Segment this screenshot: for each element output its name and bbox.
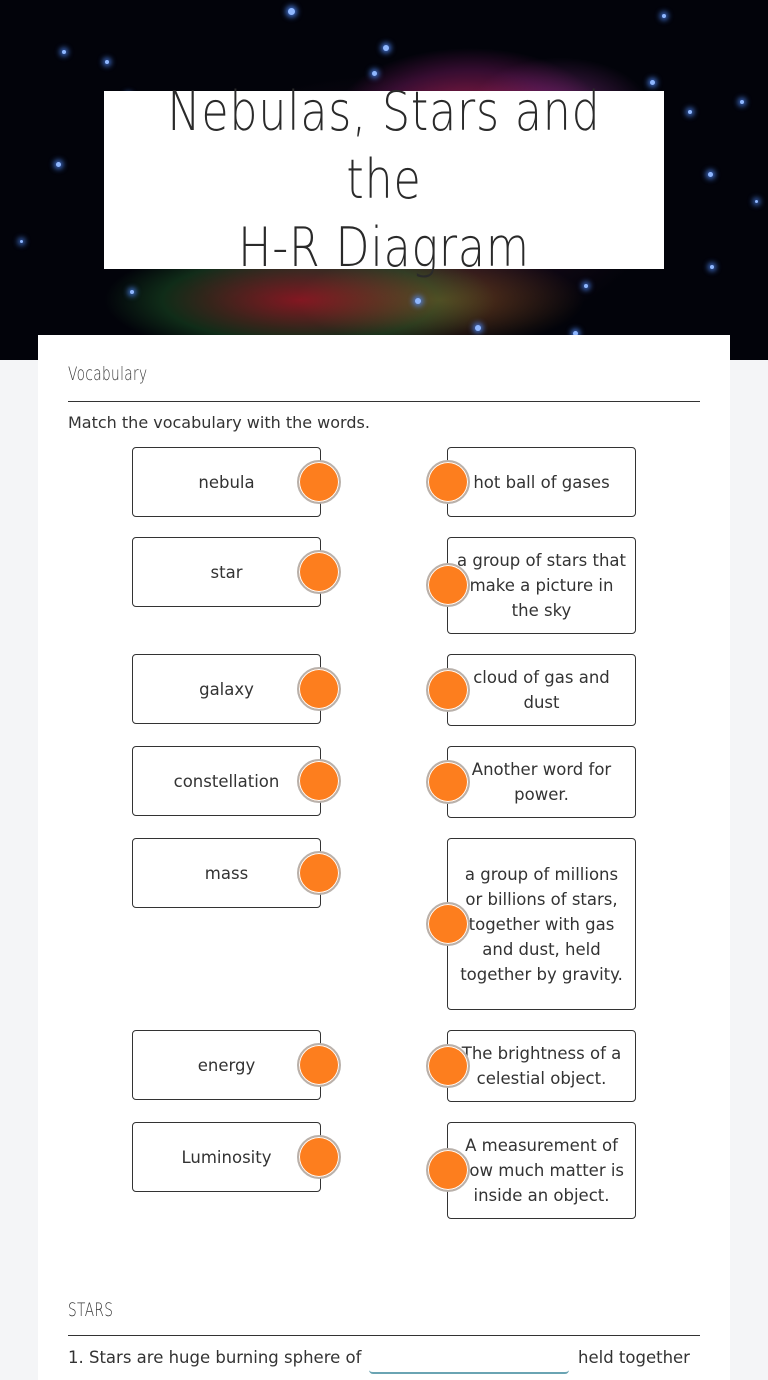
- star-dot: [372, 71, 377, 76]
- title-line-1: Nebulas, Stars and the: [167, 80, 601, 211]
- definition-box[interactable]: A measurement of how much matter is insi…: [447, 1122, 636, 1219]
- star-dot: [475, 325, 481, 331]
- term-label: nebula: [198, 472, 255, 492]
- star-dot: [56, 162, 61, 167]
- definition-label: The brightness of a celestial object.: [461, 1044, 622, 1088]
- star-dot: [740, 100, 744, 104]
- star-dot: [688, 110, 692, 114]
- term-label: Luminosity: [181, 1147, 272, 1167]
- worksheet: Vocabulary Match the vocabulary with the…: [38, 335, 730, 1380]
- section-divider: [68, 401, 700, 402]
- definition-label: hot ball of gases: [473, 472, 610, 492]
- term-label: star: [210, 562, 243, 582]
- section-divider: [68, 1335, 700, 1336]
- definition-box[interactable]: a group of millions or billions of stars…: [447, 838, 636, 1010]
- connector-dot-left[interactable]: [297, 460, 341, 504]
- definition-box[interactable]: hot ball of gases: [447, 447, 636, 517]
- page-title: Nebulas, Stars and the H-R Diagram: [154, 78, 613, 282]
- term-label: mass: [204, 863, 249, 883]
- term-label: energy: [197, 1055, 256, 1075]
- question-1-suffix: held together: [578, 1348, 690, 1367]
- star-dot: [662, 14, 666, 18]
- star-dot: [383, 45, 389, 51]
- section-title-stars: STARS: [68, 1299, 114, 1321]
- star-dot: [288, 8, 295, 15]
- definition-box[interactable]: Another word for power.: [447, 746, 636, 818]
- question-1-answer-input[interactable]: [369, 1347, 569, 1374]
- term-label: galaxy: [199, 679, 254, 699]
- term-box-star[interactable]: star: [132, 537, 321, 607]
- star-dot: [710, 265, 714, 269]
- term-box-galaxy[interactable]: galaxy: [132, 654, 321, 724]
- star-dot: [584, 284, 588, 288]
- definition-label: A measurement of how much matter is insi…: [458, 1136, 625, 1205]
- star-dot: [708, 172, 713, 177]
- star-dot: [105, 60, 109, 64]
- connector-dot-left[interactable]: [297, 759, 341, 803]
- star-dot: [62, 50, 66, 54]
- title-card: Nebulas, Stars and the H-R Diagram: [104, 80, 664, 279]
- definition-label: a group of millions or billions of stars…: [460, 864, 623, 984]
- connector-dot-right[interactable]: [426, 563, 470, 607]
- star-dot: [20, 240, 23, 243]
- term-box-constellation[interactable]: constellation: [132, 746, 321, 816]
- star-dot: [755, 200, 758, 203]
- definition-box[interactable]: cloud of gas and dust: [447, 654, 636, 726]
- star-dot: [415, 298, 421, 304]
- connector-dot-left[interactable]: [297, 1135, 341, 1179]
- connector-dot-right[interactable]: [426, 1148, 470, 1192]
- connector-dot-right[interactable]: [426, 760, 470, 804]
- connector-dot-right[interactable]: [426, 460, 470, 504]
- term-label: constellation: [173, 771, 280, 791]
- term-box-energy[interactable]: energy: [132, 1030, 321, 1100]
- term-box-nebula[interactable]: nebula: [132, 447, 321, 517]
- instruction-text: Match the vocabulary with the words.: [68, 413, 370, 432]
- definition-label: Another word for power.: [471, 760, 612, 804]
- term-box-mass[interactable]: mass: [132, 838, 321, 908]
- header-banner: Nebulas, Stars and the H-R Diagram: [0, 0, 768, 360]
- connector-dot-right[interactable]: [426, 668, 470, 712]
- question-1-prefix: 1. Stars are huge burning sphere of: [68, 1348, 362, 1367]
- connector-dot-left[interactable]: [297, 550, 341, 594]
- connector-dot-right[interactable]: [426, 902, 470, 946]
- connector-dot-left[interactable]: [297, 851, 341, 895]
- definition-box[interactable]: The brightness of a celestial object.: [447, 1030, 636, 1102]
- section-title-vocabulary: Vocabulary: [68, 363, 148, 385]
- term-box-luminosity[interactable]: Luminosity: [132, 1122, 321, 1192]
- definition-label: a group of stars that make a picture in …: [457, 551, 626, 620]
- star-dot: [650, 80, 655, 85]
- star-dot: [130, 290, 134, 294]
- connector-dot-left[interactable]: [297, 1043, 341, 1087]
- definition-box[interactable]: a group of stars that make a picture in …: [447, 537, 636, 634]
- connector-dot-right[interactable]: [426, 1044, 470, 1088]
- definition-label: cloud of gas and dust: [473, 668, 610, 712]
- title-line-2: H-R Diagram: [238, 216, 530, 279]
- connector-dot-left[interactable]: [297, 667, 341, 711]
